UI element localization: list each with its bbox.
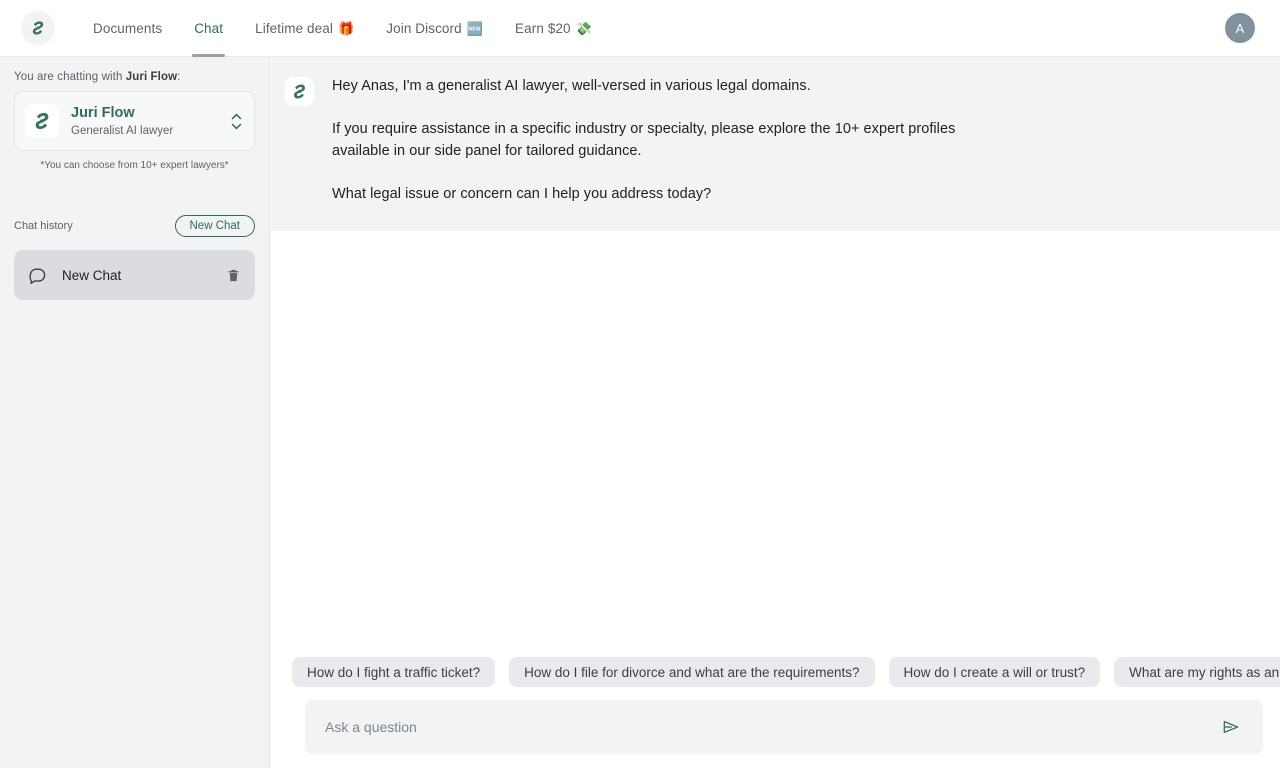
suggestion-chip[interactable]: How do I fight a traffic ticket? — [292, 657, 496, 687]
nav-item-documents[interactable]: Documents — [77, 0, 178, 57]
assistant-message: Hey Anas, I'm a generalist AI lawyer, we… — [271, 57, 1280, 231]
expert-lawyers-hint: *You can choose from 10+ expert lawyers* — [40, 160, 229, 171]
trash-icon[interactable] — [226, 268, 241, 283]
nav-item-label: Join Discord — [386, 20, 462, 36]
model-avatar — [25, 104, 59, 138]
assistant-message-paragraph: What legal issue or concern can I help y… — [332, 186, 712, 202]
juri-swirl-logo-icon — [294, 84, 305, 99]
chat-history-item[interactable]: New Chat — [14, 250, 255, 300]
avatar-initial: A — [1235, 20, 1245, 36]
chevron-down-icon — [231, 123, 241, 129]
chatting-with-suffix: : — [177, 71, 181, 83]
suggestion-chip[interactable]: What are my rights as an employee? — [1114, 657, 1280, 687]
assistant-message-body: Hey Anas, I'm a generalist AI lawyer, we… — [332, 75, 972, 207]
new-chat-button[interactable]: New Chat — [174, 215, 255, 237]
chat-history-header: Chat history New Chat — [14, 215, 255, 237]
nav-item-join-discord[interactable]: Join Discord 🆕 — [370, 0, 499, 57]
user-avatar[interactable]: A — [1225, 13, 1255, 43]
send-button[interactable] — [1217, 713, 1245, 741]
ask-question-input[interactable] — [325, 719, 1217, 735]
composer-area: How do I fight a traffic ticket? How do … — [271, 657, 1280, 768]
chat-history-item-title: New Chat — [62, 267, 122, 283]
model-meta: Juri Flow Generalist AI lawyer — [71, 105, 228, 137]
money-with-wings-emoji-icon: 💸 — [575, 20, 592, 36]
model-role: Generalist AI lawyer — [71, 125, 174, 138]
assistant-message-paragraph: If you require assistance in a specific … — [332, 121, 956, 159]
nav-item-label: Documents — [93, 20, 163, 36]
brand-logo[interactable] — [21, 11, 55, 45]
nav-item-chat[interactable]: Chat — [178, 0, 239, 57]
chatting-with-name: Juri Flow — [125, 71, 178, 83]
juri-swirl-logo-icon — [32, 21, 44, 35]
gift-emoji-icon: 🎁 — [337, 20, 355, 36]
nav-item-earn-20[interactable]: Earn $20 💸 — [499, 0, 608, 57]
top-navigation-bar: Documents Chat Lifetime deal 🎁 Join Disc… — [0, 0, 1280, 57]
nav-item-label: Lifetime deal — [255, 20, 333, 36]
suggestion-chips: How do I fight a traffic ticket? How do … — [271, 657, 1280, 687]
juri-swirl-logo-icon — [35, 112, 49, 130]
model-name: Juri Flow — [71, 104, 135, 121]
chat-main-area: Hey Anas, I'm a generalist AI lawyer, we… — [271, 57, 1280, 768]
chatting-with-label: You are chatting with Juri Flow: — [14, 71, 255, 83]
sidebar: You are chatting with Juri Flow: Juri Fl… — [0, 57, 270, 768]
new-badge-emoji-icon: 🆕 — [466, 20, 484, 36]
primary-nav-links: Documents Chat Lifetime deal 🎁 Join Disc… — [77, 0, 608, 57]
chat-history-label: Chat history — [14, 220, 73, 232]
assistant-avatar — [285, 77, 314, 106]
suggestion-chip[interactable]: How do I file for divorce and what are t… — [509, 657, 875, 687]
assistant-message-paragraph: Hey Anas, I'm a generalist AI lawyer, we… — [332, 78, 811, 94]
chevron-up-down-icon[interactable] — [228, 113, 244, 130]
nav-item-lifetime-deal[interactable]: Lifetime deal 🎁 — [239, 0, 370, 57]
suggestion-chip[interactable]: How do I create a will or trust? — [888, 657, 1101, 687]
chat-bubble-icon — [28, 266, 47, 285]
chevron-up-icon — [231, 113, 241, 119]
message-input-container[interactable] — [305, 700, 1263, 754]
model-selector-card[interactable]: Juri Flow Generalist AI lawyer — [14, 91, 255, 151]
send-paper-plane-icon — [1223, 720, 1239, 734]
nav-item-label: Chat — [194, 20, 224, 36]
nav-item-label: Earn $20 — [515, 20, 571, 36]
chatting-with-prefix: You are chatting with — [14, 71, 126, 83]
